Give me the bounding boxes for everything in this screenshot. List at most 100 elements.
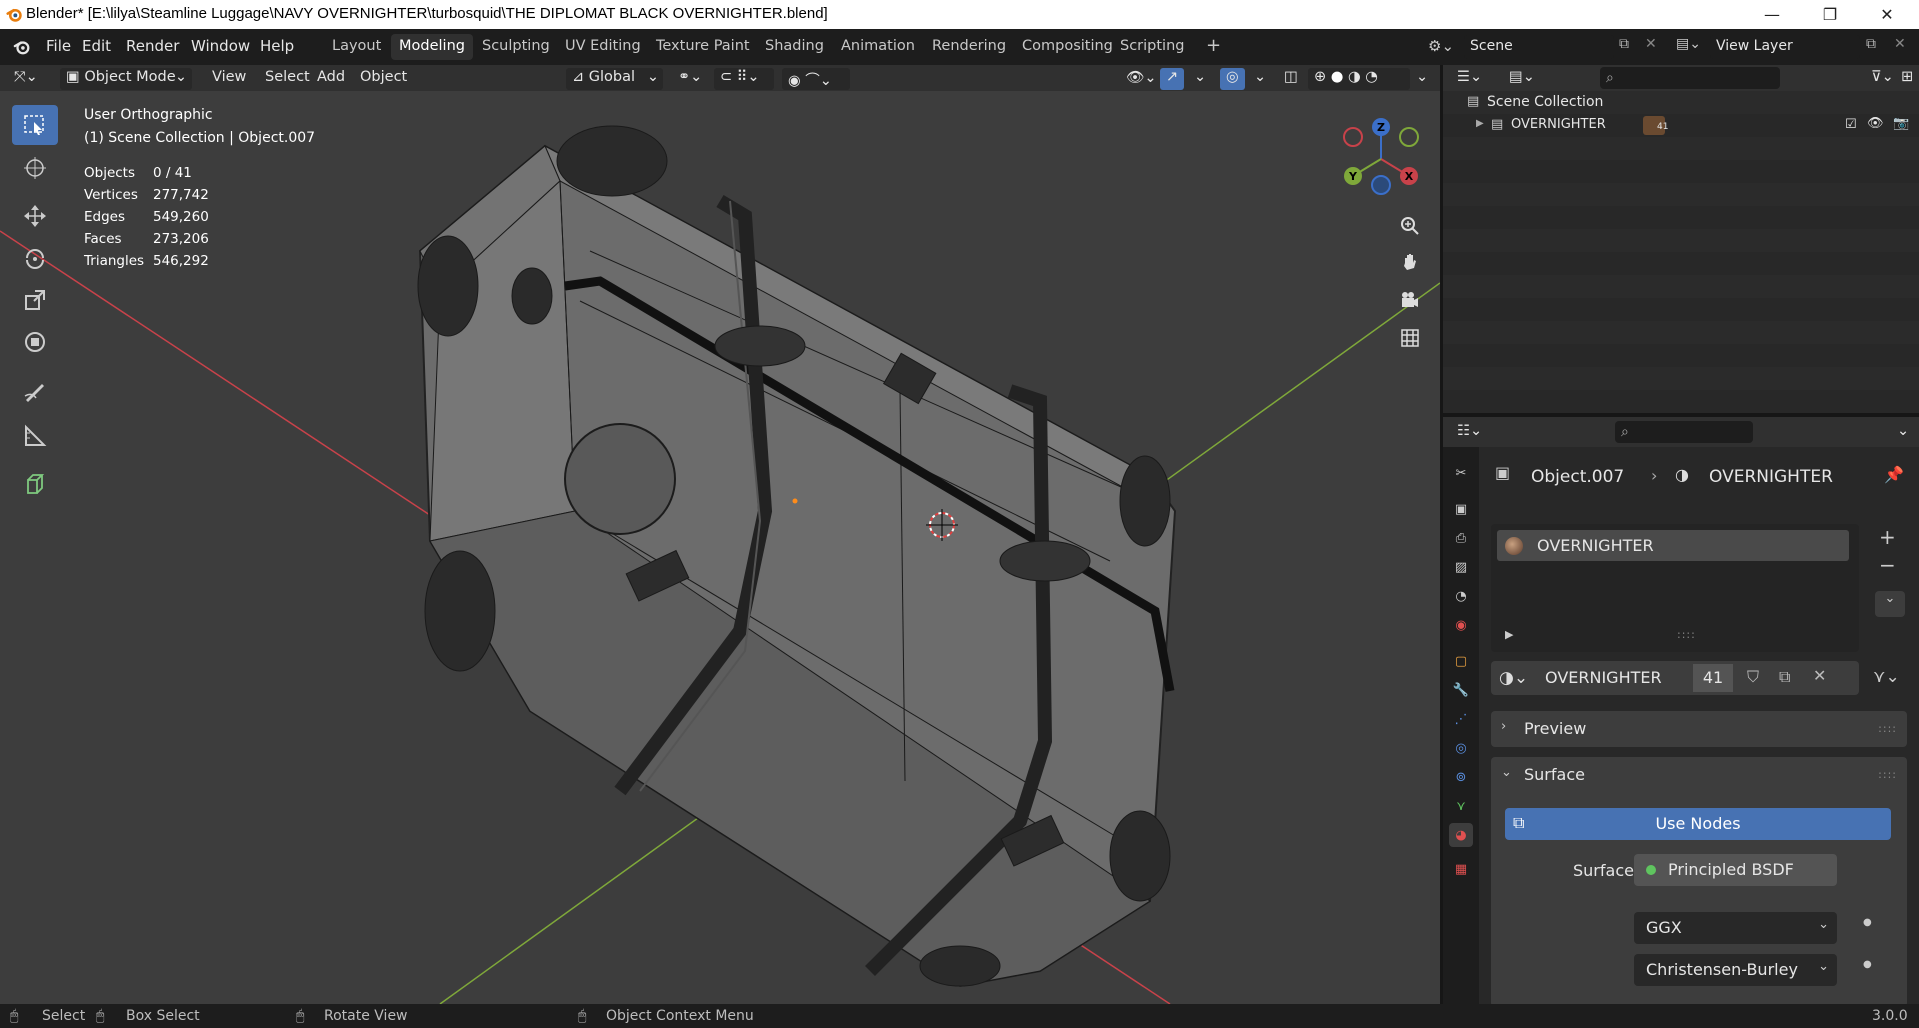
pan-hand-icon[interactable] [1395,247,1425,277]
add-workspace-button[interactable]: + [1198,34,1229,60]
scene-name-field[interactable]: Scene [1464,35,1614,59]
properties-editor-type-icon[interactable]: ☷⌄ [1451,422,1488,444]
add-slot-icon[interactable]: + [1879,525,1896,549]
fake-user-shield-icon[interactable]: ⛉ [1747,667,1759,687]
new-collection-icon[interactable]: ⊞ [1895,68,1919,90]
properties-options-icon[interactable]: ⌄ [1891,422,1915,444]
gizmo-toggle-icon[interactable]: ↗ [1160,68,1185,90]
move-icon[interactable] [12,196,58,236]
close-window-button[interactable]: ✕ [1864,0,1910,29]
snap-toggle-icon[interactable]: ⊂ ⠿⌄ [714,68,774,90]
annotate-icon[interactable] [12,371,58,411]
transform-icon[interactable] [12,322,58,362]
cursor-icon[interactable] [12,148,58,188]
grid-toggle-icon[interactable] [1395,323,1425,353]
output-tab-icon[interactable]: ⎙ [1449,526,1473,550]
menu-render[interactable]: Render [126,37,179,55]
add-cube-icon[interactable] [12,464,58,504]
physics-tab-icon[interactable]: ◎ [1449,736,1473,760]
overlay-dropdown-icon[interactable]: ⌄ [1248,68,1272,90]
duplicate-material-icon[interactable]: ⧉ [1779,667,1790,687]
tool-tab-icon[interactable]: ✂ [1449,461,1473,485]
unlink-material-icon[interactable]: ✕ [1813,666,1826,685]
camera-icon[interactable]: 📷 [1893,116,1909,131]
workspace-tab-sculpting[interactable]: Sculpting [474,34,558,60]
remove-slot-icon[interactable]: − [1879,553,1896,577]
socket-dot-icon[interactable]: ● [1863,959,1872,970]
select-box-icon[interactable] [12,105,58,145]
solid-shading-icon[interactable]: ● [1331,69,1344,85]
resize-handle[interactable]: :::: [1677,628,1696,641]
menu-help[interactable]: Help [260,37,294,55]
distribution-dropdown[interactable]: GGX ⌄ [1634,912,1837,944]
workspace-tab-compositing[interactable]: Compositing [1014,34,1121,60]
visibility-icon[interactable]: 👁⌄ [1120,68,1163,90]
pivot-point-icon[interactable]: ⚭⌄ [672,68,708,90]
surface-shader-selector[interactable]: Principled BSDF [1634,854,1837,886]
eye-icon[interactable]: 👁 [1867,116,1884,131]
link-mode-icon[interactable]: ⋎⌄ [1873,667,1900,687]
material-shading-icon[interactable]: ◑ [1348,69,1361,85]
blender-menu-icon[interactable] [12,38,32,56]
scale-icon[interactable] [12,280,58,320]
view-layer-icon[interactable]: ▤⌄ [1676,36,1701,52]
expand-arrow-icon[interactable]: ▶ [1476,118,1484,129]
material-tab-icon[interactable]: ◕ [1449,823,1473,847]
menu-select[interactable]: Select [259,68,316,90]
modifier-tab-icon[interactable]: 🔧 [1449,678,1473,702]
menu-file[interactable]: File [46,37,71,55]
render-tab-icon[interactable]: ▣ [1449,497,1473,521]
outliner-row-scene-collection[interactable]: ▤ Scene Collection [1443,91,1919,114]
material-slot-item[interactable]: OVERNIGHTER [1497,530,1849,561]
workspace-tab-shading[interactable]: Shading [757,34,832,60]
transform-orientation-dropdown[interactable]: ⊿ Global ⌄ [566,68,663,90]
workspace-tab-texture-paint[interactable]: Texture Paint [648,34,758,60]
scene-tab-icon[interactable]: ◔ [1449,584,1473,608]
properties-search-input[interactable]: ⌕ [1615,421,1753,443]
use-nodes-button[interactable]: ⧉ Use Nodes [1505,808,1891,840]
menu-view[interactable]: View [206,68,252,90]
chevron-down-icon[interactable]: ⌄ [1501,765,1512,780]
view-layer-tab-icon[interactable]: ▨ [1449,555,1473,579]
outliner-editor-type-icon[interactable]: ☰⌄ [1451,68,1488,90]
overlay-toggle-icon[interactable]: ◎ [1220,68,1245,90]
slot-specials-icon[interactable]: ⌄ [1875,591,1905,617]
browse-material-icon[interactable]: ◑⌄ [1499,668,1528,688]
proportional-edit-icon[interactable]: ◉ ⌒⌄ [782,68,850,90]
texture-tab-icon[interactable]: ▦ [1449,857,1473,881]
outliner-search-input[interactable]: ⌕ [1600,67,1780,89]
new-view-layer-icon[interactable]: ⧉ [1866,36,1876,52]
object-tab-icon[interactable]: ▢ [1449,649,1473,673]
drag-handle-icon[interactable]: :::: [1878,722,1897,735]
workspace-tab-animation[interactable]: Animation [833,34,923,60]
data-tab-icon[interactable]: ⋎ [1449,794,1473,818]
3d-viewport[interactable]: Z X Y User Orthographic (1) Scene Collec… [0,91,1440,1004]
world-tab-icon[interactable]: ◉ [1449,613,1473,637]
maximize-button[interactable]: ❐ [1807,0,1853,29]
constraints-tab-icon[interactable]: ⊚ [1449,765,1473,789]
preview-panel-header[interactable]: › Preview :::: [1491,711,1907,747]
camera-view-icon[interactable] [1395,285,1425,315]
rotate-icon[interactable] [12,238,58,278]
drag-handle-icon[interactable]: :::: [1878,768,1897,781]
workspace-tab-layout[interactable]: Layout [324,34,389,60]
workspace-tab-modeling[interactable]: Modeling [391,34,473,60]
material-name-field[interactable]: OVERNIGHTER [1545,668,1662,687]
menu-edit[interactable]: Edit [82,37,111,55]
socket-dot-icon[interactable]: ● [1863,917,1872,928]
editor-type-icon[interactable]: ⤧⌄ [8,68,44,90]
workspace-tab-uv-editing[interactable]: UV Editing [557,34,649,60]
workspace-tab-scripting[interactable]: Scripting [1112,34,1192,60]
minimize-button[interactable]: — [1749,0,1795,29]
zoom-icon[interactable] [1395,211,1425,241]
gizmo-dropdown-icon[interactable]: ⌄ [1188,68,1212,90]
view-layer-field[interactable]: View Layer [1710,35,1860,59]
menu-add[interactable]: Add [311,68,351,90]
delete-view-layer-icon[interactable]: ✕ [1894,36,1906,52]
new-scene-icon[interactable]: ⧉ [1619,36,1629,52]
expand-arrow-icon[interactable]: ▶ [1505,628,1513,641]
navigation-gizmo[interactable]: Z X Y [1343,118,1419,195]
pin-icon[interactable]: 📌 [1884,465,1904,484]
outliner-row-overnighter[interactable]: ▶ ▤ OVERNIGHTER 41 ☑ 👁 📷 [1443,114,1919,137]
shading-dropdown-icon[interactable]: ⌄ [1410,68,1434,90]
